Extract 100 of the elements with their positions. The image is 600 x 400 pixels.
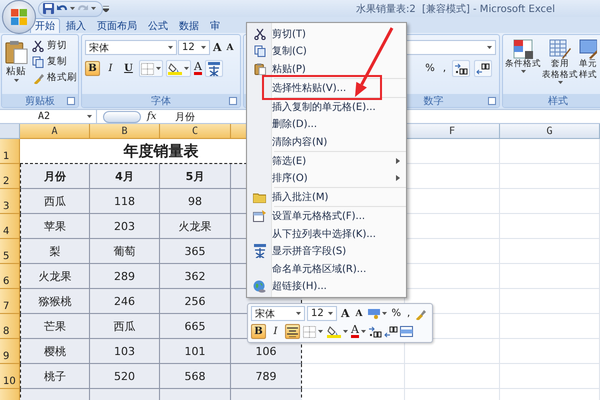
phonetic-button[interactable]	[204, 60, 223, 77]
ribbon-tab[interactable]: 页面布局	[92, 18, 142, 33]
row-header[interactable]: 4	[0, 214, 20, 239]
table-cell: 芒果	[20, 314, 90, 339]
menu-item[interactable]: 超链接(H)...	[247, 278, 406, 295]
dialog-launcher-icon[interactable]	[229, 97, 237, 105]
row-header[interactable]: 6	[0, 264, 20, 289]
formula-value: 月份	[175, 110, 195, 124]
ribbon-tab[interactable]: 插入	[61, 18, 91, 33]
menu-item[interactable]: 从下拉列表中选择(K)...	[247, 225, 406, 242]
menu-item[interactable]: 显示拼音字段(S)	[247, 242, 406, 260]
paste-button[interactable]: 粘贴	[3, 38, 29, 91]
name-box[interactable]: A2	[0, 110, 97, 123]
decrease-decimal-icon	[384, 326, 398, 338]
column-header[interactable]: B	[90, 124, 160, 139]
italic-button[interactable]: I	[268, 324, 283, 339]
grow-font-button[interactable]: A	[211, 41, 224, 54]
ribbon-tab[interactable]: 开始	[30, 18, 60, 33]
function-button[interactable]: fx	[147, 111, 163, 122]
increase-decimal-button[interactable]	[452, 60, 470, 77]
column-header[interactable]: G	[500, 124, 600, 139]
menu-item[interactable]: 粘贴(P)	[247, 60, 406, 78]
column-header[interactable]: A	[20, 124, 90, 139]
cell-format-icon	[253, 210, 266, 222]
menu-item[interactable]: 插入批注(M)	[247, 188, 406, 206]
bold-button[interactable]: B	[251, 324, 266, 339]
font-name-field[interactable]: 宋体	[251, 306, 305, 321]
shrink-font-button[interactable]: A	[354, 308, 365, 318]
merge-button[interactable]	[400, 326, 413, 337]
style-button-label: 单元	[579, 59, 597, 70]
column-header[interactable]: C	[160, 124, 231, 139]
decrease-decimal-button[interactable]	[474, 60, 492, 77]
expand-handle[interactable]	[103, 110, 141, 122]
column-header[interactable]: F	[405, 124, 500, 139]
menu-item[interactable]: 筛选(E)	[247, 152, 406, 170]
grow-font-button[interactable]: A	[339, 307, 352, 320]
fill-color-button[interactable]	[166, 60, 191, 77]
number-style-button[interactable]: %	[423, 63, 437, 74]
style-button-label: 样式	[579, 70, 597, 81]
menu-item[interactable]: 剪切(T)	[247, 25, 406, 42]
row-header[interactable]: 10	[0, 364, 20, 389]
row-header[interactable]: 5	[0, 239, 20, 264]
number-style-button[interactable]: ,	[440, 63, 448, 74]
style-button[interactable]: 套用 表格格式	[542, 38, 578, 94]
borders-button[interactable]	[302, 324, 324, 339]
menu-item[interactable]: 选择性粘贴(V)...	[247, 79, 406, 96]
menu-item[interactable]: 命名单元格区域(R)...	[247, 260, 406, 278]
underline-button[interactable]: U	[121, 61, 136, 76]
number-style-button[interactable]: ,	[405, 308, 412, 319]
merge-icon	[400, 326, 413, 337]
clipboard-button[interactable]: 复制	[30, 54, 78, 69]
ribbon-tab[interactable]: 审	[205, 18, 225, 33]
font-size-field[interactable]: 12	[178, 40, 210, 55]
caret-icon	[156, 67, 161, 70]
menu-item[interactable]: 排序(O)	[247, 170, 406, 187]
font-size-field[interactable]: 12	[307, 306, 337, 321]
fill-color-button[interactable]	[326, 324, 349, 339]
customize-icon	[103, 6, 109, 12]
style-button[interactable]: 条件格式	[505, 38, 541, 94]
shrink-font-button[interactable]: A	[224, 42, 236, 52]
row-header[interactable]: 1	[0, 139, 20, 164]
row-header[interactable]: 3	[0, 189, 20, 214]
menu-item[interactable]: 清除内容(N)	[247, 133, 406, 150]
number-format-button[interactable]	[366, 306, 388, 321]
caret-icon	[328, 312, 333, 315]
dialog-launcher-icon[interactable]	[488, 97, 496, 105]
caret-icon	[343, 330, 348, 333]
increase-decimal-icon	[454, 62, 468, 74]
decrease-decimal-button[interactable]	[384, 326, 398, 338]
row-header[interactable]: 7	[0, 289, 20, 314]
caret-icon	[14, 79, 18, 82]
format-painter-button[interactable]	[414, 308, 426, 320]
bold-button[interactable]: B	[85, 61, 100, 76]
menu-item[interactable]: 插入复制的单元格(E)...	[247, 98, 406, 116]
style-button-label: 表格格式	[542, 70, 578, 81]
fill-color-icon	[327, 325, 341, 338]
font-color-button[interactable]: A	[194, 62, 202, 75]
ribbon-tab[interactable]: 公式	[143, 18, 173, 33]
align-button[interactable]	[285, 324, 300, 339]
menu-item[interactable]: 设置单元格格式(F)...	[247, 208, 406, 225]
decrease-decimal-icon	[476, 62, 490, 74]
style-button[interactable]: 单元 样式	[579, 38, 597, 94]
table-cell: 猕猴桃	[20, 289, 90, 314]
ribbon-tab[interactable]: 数据	[174, 18, 204, 33]
row-header[interactable]: 8	[0, 314, 20, 339]
font-name-field[interactable]: 宋体	[85, 40, 177, 55]
row-header[interactable]: 9	[0, 339, 20, 364]
font-color-button[interactable]: A	[351, 325, 359, 338]
number-style-button[interactable]: %	[390, 308, 404, 319]
italic-button[interactable]: I	[103, 61, 118, 76]
clipboard-button[interactable]: 格式刷	[30, 70, 78, 85]
save-icon	[43, 3, 54, 14]
dialog-launcher-icon[interactable]	[67, 97, 75, 105]
clipboard-button[interactable]: 剪切	[30, 38, 78, 53]
row-header[interactable]: 2	[0, 164, 20, 189]
increase-decimal-button[interactable]	[368, 326, 382, 338]
menu-item[interactable]: 删除(D)...	[247, 116, 406, 133]
table-cell: 葡萄	[90, 239, 160, 264]
menu-item[interactable]: 复制(C)	[247, 42, 406, 60]
table-cell: 665	[160, 314, 231, 339]
